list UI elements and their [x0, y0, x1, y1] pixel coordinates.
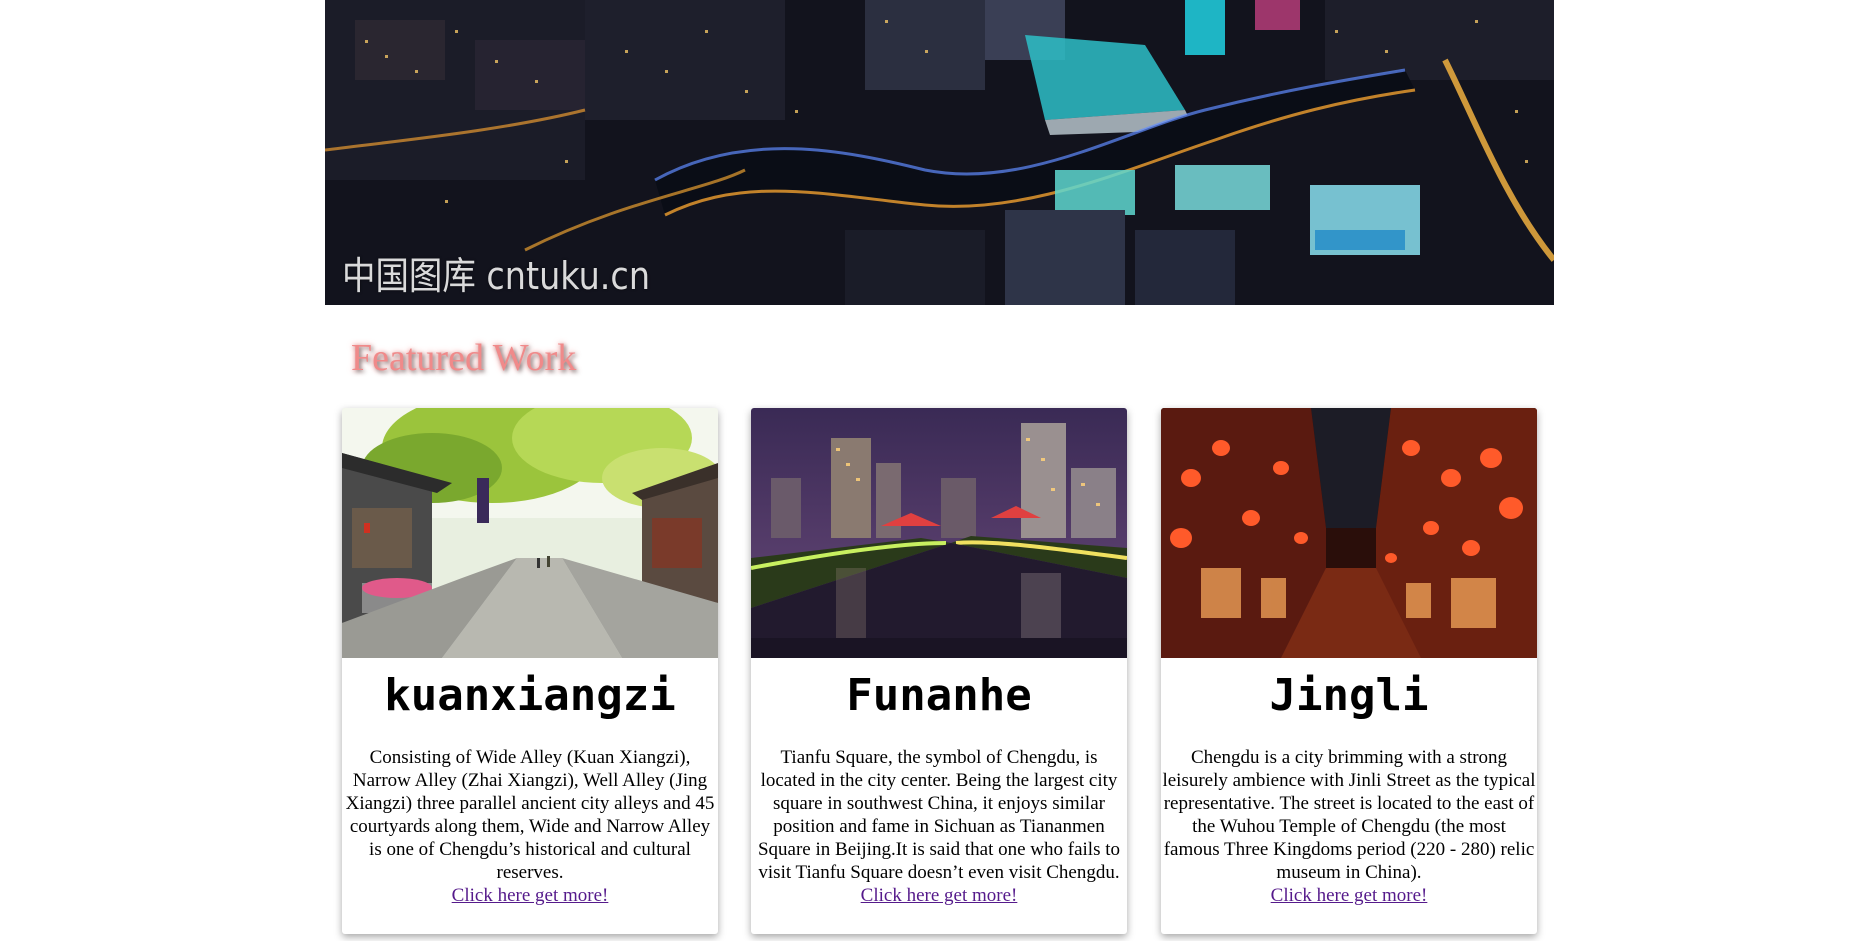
section-title: Featured Work — [351, 337, 577, 379]
card-jingli: Jingli Chengdu is a city brimming with a… — [1161, 408, 1537, 934]
page: 中国图库 cntuku.cn Featured Work kuanxiangzi… — [0, 0, 1874, 941]
card-description: Consisting of Wide Alley (Kuan Xiangzi),… — [342, 746, 718, 907]
lantern-street-illustration — [1161, 408, 1537, 658]
card-description-text: Tianfu Square, the symbol of Chengdu, is… — [757, 747, 1120, 883]
hero-watermark: 中国图库 cntuku.cn — [342, 254, 651, 298]
alley-street-illustration — [342, 408, 718, 658]
card-image-funanhe — [751, 408, 1127, 658]
card-title: Funanhe — [846, 670, 1032, 721]
card-description: Tianfu Square, the symbol of Chengdu, is… — [751, 746, 1127, 907]
card-title: Jingli — [1269, 670, 1429, 721]
card-title: kuanxiangzi — [384, 670, 676, 721]
river-night-illustration — [751, 408, 1127, 658]
card-image-kuanxiangzi — [342, 408, 718, 658]
card-description-text: Consisting of Wide Alley (Kuan Xiangzi),… — [345, 747, 715, 883]
card-description-text: Chengdu is a city brimming with a strong… — [1162, 747, 1536, 883]
card-more-link[interactable]: Click here get more! — [861, 884, 1018, 907]
card-image-jingli — [1161, 408, 1537, 658]
card-description: Chengdu is a city brimming with a strong… — [1161, 746, 1537, 907]
card-more-link[interactable]: Click here get more! — [1271, 884, 1428, 907]
card-kuanxiangzi: kuanxiangzi Consisting of Wide Alley (Ku… — [342, 408, 718, 934]
hero-image-chengdu-night: 中国图库 cntuku.cn — [325, 0, 1554, 305]
card-funanhe: Funanhe Tianfu Square, the symbol of Che… — [751, 408, 1127, 934]
card-more-link[interactable]: Click here get more! — [452, 884, 609, 907]
